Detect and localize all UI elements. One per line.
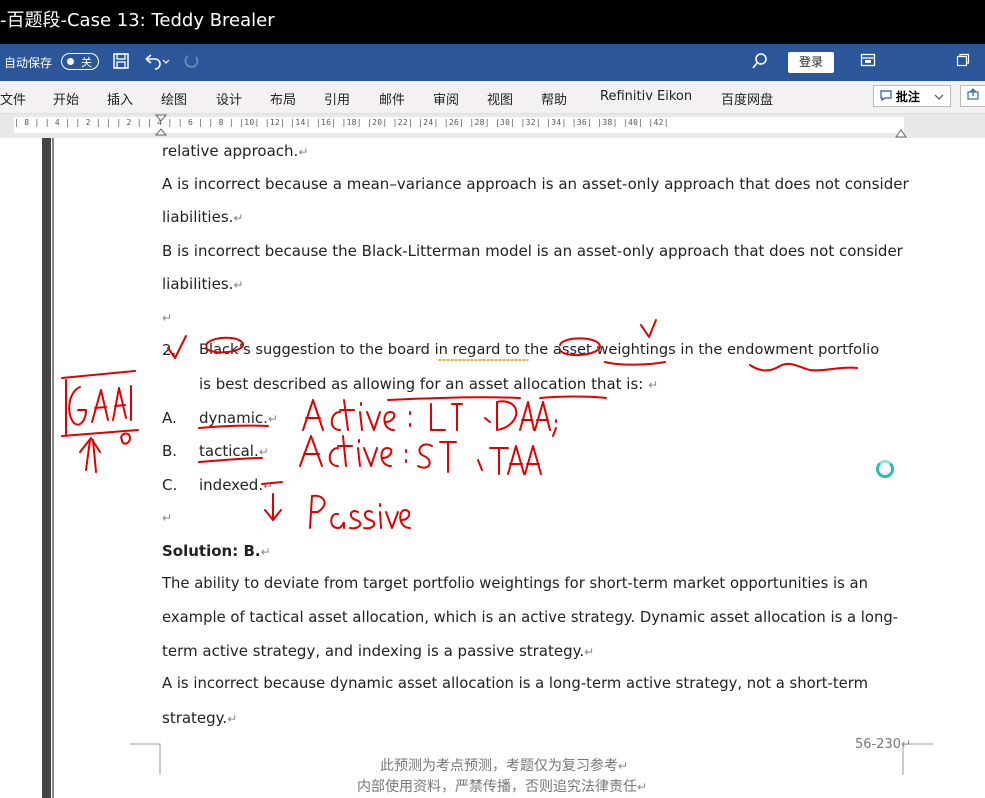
loading-spinner-icon [876,460,894,478]
handwritten-annotations [61,319,858,530]
